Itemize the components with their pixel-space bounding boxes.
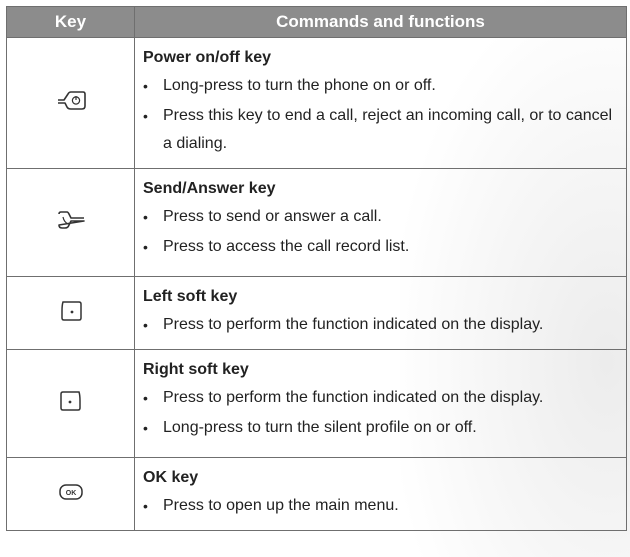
bullet-item: Press to perform the function indicated … bbox=[143, 311, 618, 339]
command-cell: Send/Answer key Press to send or answer … bbox=[134, 168, 627, 277]
power-end-key-icon bbox=[55, 89, 87, 118]
command-cell: Right soft key Press to perform the func… bbox=[134, 349, 627, 458]
ok-key-label: OK bbox=[65, 490, 76, 497]
bullet-list: Press to perform the function indicated … bbox=[143, 384, 618, 442]
key-title: Power on/off key bbox=[143, 49, 272, 66]
key-cell: OK bbox=[6, 457, 135, 531]
bullet-item: Long-press to turn the silent profile on… bbox=[143, 414, 618, 442]
key-cell bbox=[6, 37, 135, 169]
command-cell: Left soft key Press to perform the funct… bbox=[134, 276, 627, 350]
bullet-item: Press to access the call record list. bbox=[143, 233, 618, 261]
command-cell: OK key Press to open up the main menu. bbox=[134, 457, 627, 531]
bullet-item: Long-press to turn the phone on or off. bbox=[143, 72, 618, 100]
table-row-ok-key: OK OK key Press to open up the main menu… bbox=[6, 457, 627, 531]
table-row-right-soft-key: Right soft key Press to perform the func… bbox=[6, 349, 627, 458]
table-row-power-key: Power on/off key Long-press to turn the … bbox=[6, 37, 627, 169]
table-header-row: Key Commands and functions bbox=[6, 6, 627, 38]
send-answer-key-icon bbox=[55, 208, 87, 237]
bullet-list: Press to send or answer a call. Press to… bbox=[143, 203, 618, 261]
bullet-item: Press to send or answer a call. bbox=[143, 203, 618, 231]
key-title: Send/Answer key bbox=[143, 180, 276, 197]
commands-column-header: Commands and functions bbox=[134, 6, 627, 38]
key-title: Left soft key bbox=[143, 288, 238, 305]
table-row-send-key: Send/Answer key Press to send or answer … bbox=[6, 168, 627, 277]
key-title: OK key bbox=[143, 469, 199, 486]
ok-key-icon: OK bbox=[57, 482, 85, 507]
right-soft-key-icon bbox=[58, 389, 84, 418]
key-column-header: Key bbox=[6, 6, 135, 38]
key-cell bbox=[6, 168, 135, 277]
table-row-left-soft-key: Left soft key Press to perform the funct… bbox=[6, 276, 627, 350]
bullet-list: Press to open up the main menu. bbox=[143, 492, 618, 520]
left-soft-key-icon bbox=[58, 299, 84, 328]
bullet-item: Press to perform the function indicated … bbox=[143, 384, 618, 412]
key-cell bbox=[6, 349, 135, 458]
command-cell: Power on/off key Long-press to turn the … bbox=[134, 37, 627, 169]
key-cell bbox=[6, 276, 135, 350]
key-commands-table: Key Commands and functions Power on/off … bbox=[6, 6, 627, 531]
key-title: Right soft key bbox=[143, 361, 249, 378]
bullet-item: Press this key to end a call, reject an … bbox=[143, 102, 618, 158]
bullet-list: Long-press to turn the phone on or off. … bbox=[143, 72, 618, 158]
bullet-list: Press to perform the function indicated … bbox=[143, 311, 618, 339]
bullet-item: Press to open up the main menu. bbox=[143, 492, 618, 520]
